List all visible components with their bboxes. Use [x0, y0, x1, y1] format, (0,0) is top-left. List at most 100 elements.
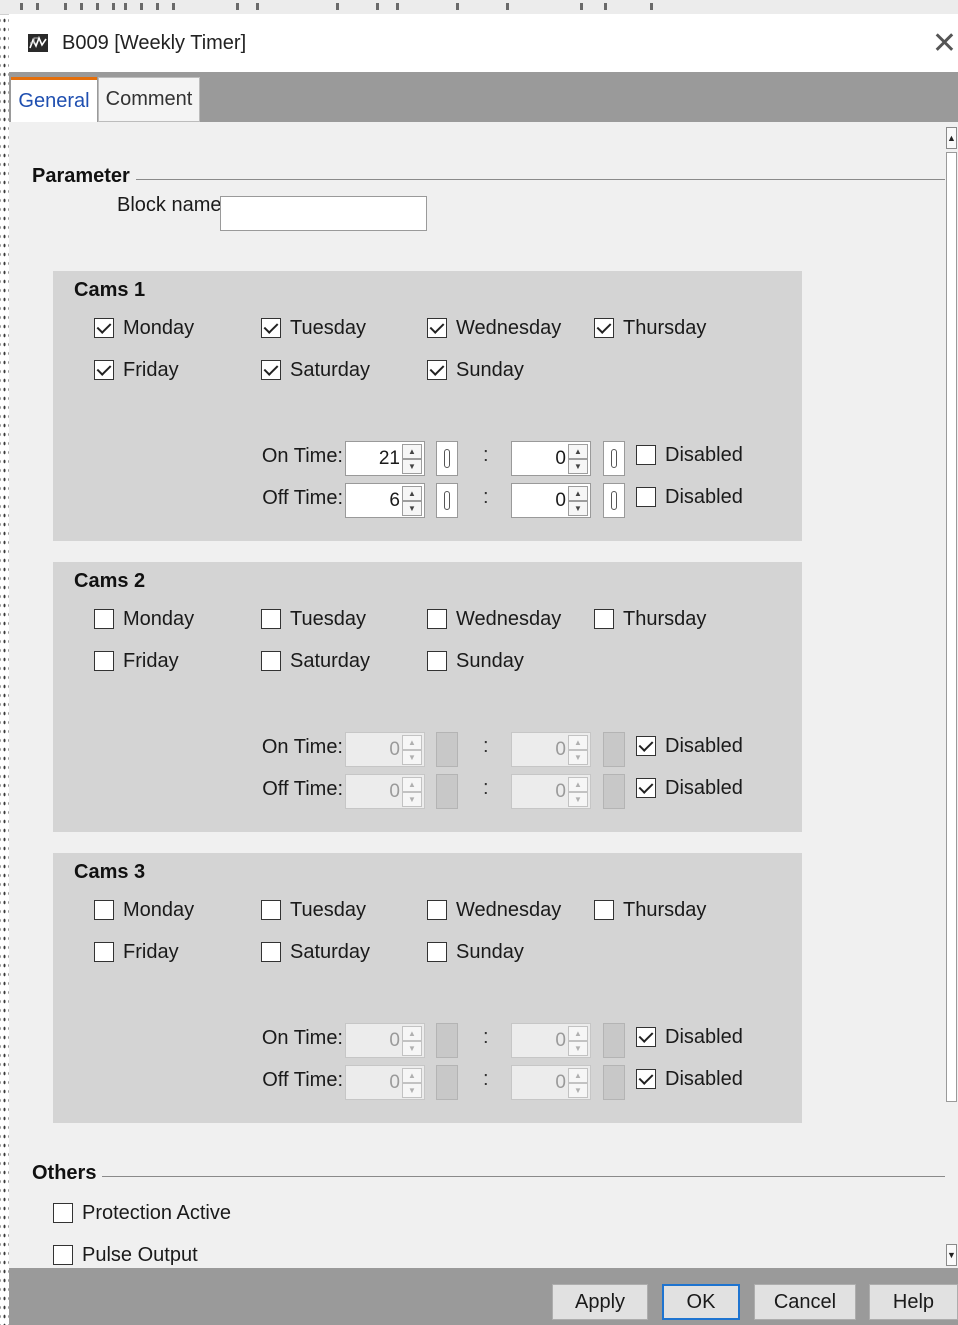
- cams-3-panel: Cams 3 Monday Tuesday Wednesday Thursday Frid…: [53, 853, 802, 1123]
- spin-down-arrow-icon[interactable]: ▼: [402, 459, 422, 474]
- disabled-check-box[interactable]: [636, 1027, 656, 1047]
- spin-down-arrow-icon[interactable]: ▼: [568, 459, 588, 474]
- pulse-output-box[interactable]: [53, 1245, 73, 1265]
- close-icon[interactable]: ✕: [931, 26, 958, 62]
- cams-2-thursday-checkbox[interactable]: Thursday: [594, 606, 706, 632]
- saturday-check-box[interactable]: [261, 360, 281, 380]
- cancel-button[interactable]: Cancel: [754, 1284, 856, 1320]
- apply-button[interactable]: Apply: [552, 1284, 648, 1320]
- monday-check-box[interactable]: [94, 900, 114, 920]
- cams-2-wednesday-checkbox[interactable]: Wednesday: [427, 606, 561, 632]
- cams-3-off-time-label: Off Time:: [262, 1069, 343, 1091]
- monday-check-box[interactable]: [94, 609, 114, 629]
- on-time-hours-value: 21: [378, 448, 400, 469]
- cams-3-sunday-checkbox[interactable]: Sunday: [427, 939, 524, 965]
- cams-2-monday-checkbox[interactable]: Monday: [94, 606, 194, 632]
- friday-check-box[interactable]: [94, 360, 114, 380]
- cams-1-off-time-colon: :: [483, 486, 489, 508]
- spin-down-arrow-icon: ▼: [568, 1041, 588, 1056]
- sunday-check-box[interactable]: [427, 942, 447, 962]
- disabled-check-box[interactable]: [636, 445, 656, 465]
- cams-1-on-time-minutes-spinner[interactable]: 0 ▲ ▼: [511, 441, 591, 476]
- spin-up-arrow-icon[interactable]: ▲: [568, 486, 588, 501]
- cams-1-off-time-disabled-checkbox[interactable]: Disabled: [636, 484, 743, 510]
- help-button[interactable]: Help: [869, 1284, 958, 1320]
- cams-3-on-time-disabled-checkbox[interactable]: Disabled: [636, 1024, 743, 1050]
- tuesday-label: Tuesday: [290, 607, 366, 630]
- cams-2-off-time-hours-reference-button: [436, 774, 458, 809]
- vertical-scrollbar[interactable]: ▲ ▼: [945, 122, 958, 1268]
- wednesday-check-box[interactable]: [427, 318, 447, 338]
- thursday-check-box[interactable]: [594, 900, 614, 920]
- cams-3-saturday-checkbox[interactable]: Saturday: [261, 939, 370, 965]
- thursday-check-box[interactable]: [594, 609, 614, 629]
- cams-3-friday-checkbox[interactable]: Friday: [94, 939, 179, 965]
- cams-3-wednesday-checkbox[interactable]: Wednesday: [427, 897, 561, 923]
- spin-down-arrow-icon[interactable]: ▼: [568, 501, 588, 516]
- protection-active-checkbox[interactable]: Protection Active: [53, 1200, 231, 1226]
- cams-1-tuesday-checkbox[interactable]: Tuesday: [261, 315, 366, 341]
- on-time-minutes-value: 0: [555, 1030, 566, 1051]
- tuesday-check-box[interactable]: [261, 318, 281, 338]
- spin-down-arrow-icon[interactable]: ▼: [402, 501, 422, 516]
- sunday-check-box[interactable]: [427, 651, 447, 671]
- cams-1-sunday-checkbox[interactable]: Sunday: [427, 357, 524, 383]
- cams-1-thursday-checkbox[interactable]: Thursday: [594, 315, 706, 341]
- sunday-label: Sunday: [456, 649, 524, 672]
- cams-3-monday-checkbox[interactable]: Monday: [94, 897, 194, 923]
- off-time-hours-value: 6: [389, 490, 400, 511]
- cams-2-saturday-checkbox[interactable]: Saturday: [261, 648, 370, 674]
- cams-1-off-time-hours-spinner[interactable]: 6 ▲ ▼: [345, 483, 425, 518]
- pulse-output-checkbox[interactable]: Pulse Output: [53, 1242, 198, 1268]
- cams-1-friday-checkbox[interactable]: Friday: [94, 357, 179, 383]
- cams-1-off-time-minutes-reference-button[interactable]: [603, 483, 625, 518]
- saturday-check-box[interactable]: [261, 651, 281, 671]
- tuesday-label: Tuesday: [290, 316, 366, 339]
- cams-3-thursday-checkbox[interactable]: Thursday: [594, 897, 706, 923]
- spin-up-arrow-icon[interactable]: ▲: [402, 444, 422, 459]
- disabled-check-box[interactable]: [636, 487, 656, 507]
- cams-1-on-time-minutes-reference-button[interactable]: [603, 441, 625, 476]
- ok-button[interactable]: OK: [662, 1284, 740, 1320]
- scroll-up-arrow-icon[interactable]: ▲: [946, 127, 957, 149]
- scroll-down-arrow-icon[interactable]: ▼: [946, 1244, 957, 1266]
- block-name-input[interactable]: [220, 196, 427, 231]
- cams-2-on-time-disabled-checkbox[interactable]: Disabled: [636, 733, 743, 759]
- wednesday-check-box[interactable]: [427, 609, 447, 629]
- spin-up-arrow-icon[interactable]: ▲: [402, 486, 422, 501]
- cams-1-on-time-hours-spinner[interactable]: 21 ▲ ▼: [345, 441, 425, 476]
- wednesday-check-box[interactable]: [427, 900, 447, 920]
- saturday-check-box[interactable]: [261, 942, 281, 962]
- cams-2-off-time-disabled-checkbox[interactable]: Disabled: [636, 775, 743, 801]
- cams-2-sunday-checkbox[interactable]: Sunday: [427, 648, 524, 674]
- cams-1-monday-checkbox[interactable]: Monday: [94, 315, 194, 341]
- thursday-label: Thursday: [623, 898, 707, 921]
- cams-1-on-time-hours-reference-button[interactable]: [436, 441, 458, 476]
- off-time-minutes-value: 0: [555, 781, 566, 802]
- friday-check-box[interactable]: [94, 942, 114, 962]
- spin-up-arrow-icon[interactable]: ▲: [568, 444, 588, 459]
- friday-check-box[interactable]: [94, 651, 114, 671]
- tab-comment[interactable]: Comment: [98, 77, 200, 122]
- protection-active-box[interactable]: [53, 1203, 73, 1223]
- scroll-thumb[interactable]: [946, 152, 957, 1102]
- cams-1-off-time-minutes-spinner[interactable]: 0 ▲ ▼: [511, 483, 591, 518]
- cams-2-friday-checkbox[interactable]: Friday: [94, 648, 179, 674]
- thursday-check-box[interactable]: [594, 318, 614, 338]
- sunday-check-box[interactable]: [427, 360, 447, 380]
- cams-1-wednesday-checkbox[interactable]: Wednesday: [427, 315, 561, 341]
- cams-3-off-time-disabled-checkbox[interactable]: Disabled: [636, 1066, 743, 1092]
- disabled-check-box[interactable]: [636, 736, 656, 756]
- cams-1-on-time-disabled-checkbox[interactable]: Disabled: [636, 442, 743, 468]
- cams-3-off-time-minutes-reference-button: [603, 1065, 625, 1100]
- cams-1-saturday-checkbox[interactable]: Saturday: [261, 357, 370, 383]
- monday-check-box[interactable]: [94, 318, 114, 338]
- disabled-check-box[interactable]: [636, 778, 656, 798]
- tuesday-check-box[interactable]: [261, 900, 281, 920]
- cams-2-tuesday-checkbox[interactable]: Tuesday: [261, 606, 366, 632]
- cams-3-tuesday-checkbox[interactable]: Tuesday: [261, 897, 366, 923]
- cams-1-off-time-hours-reference-button[interactable]: [436, 483, 458, 518]
- tuesday-check-box[interactable]: [261, 609, 281, 629]
- tab-general[interactable]: General: [11, 77, 97, 122]
- disabled-check-box[interactable]: [636, 1069, 656, 1089]
